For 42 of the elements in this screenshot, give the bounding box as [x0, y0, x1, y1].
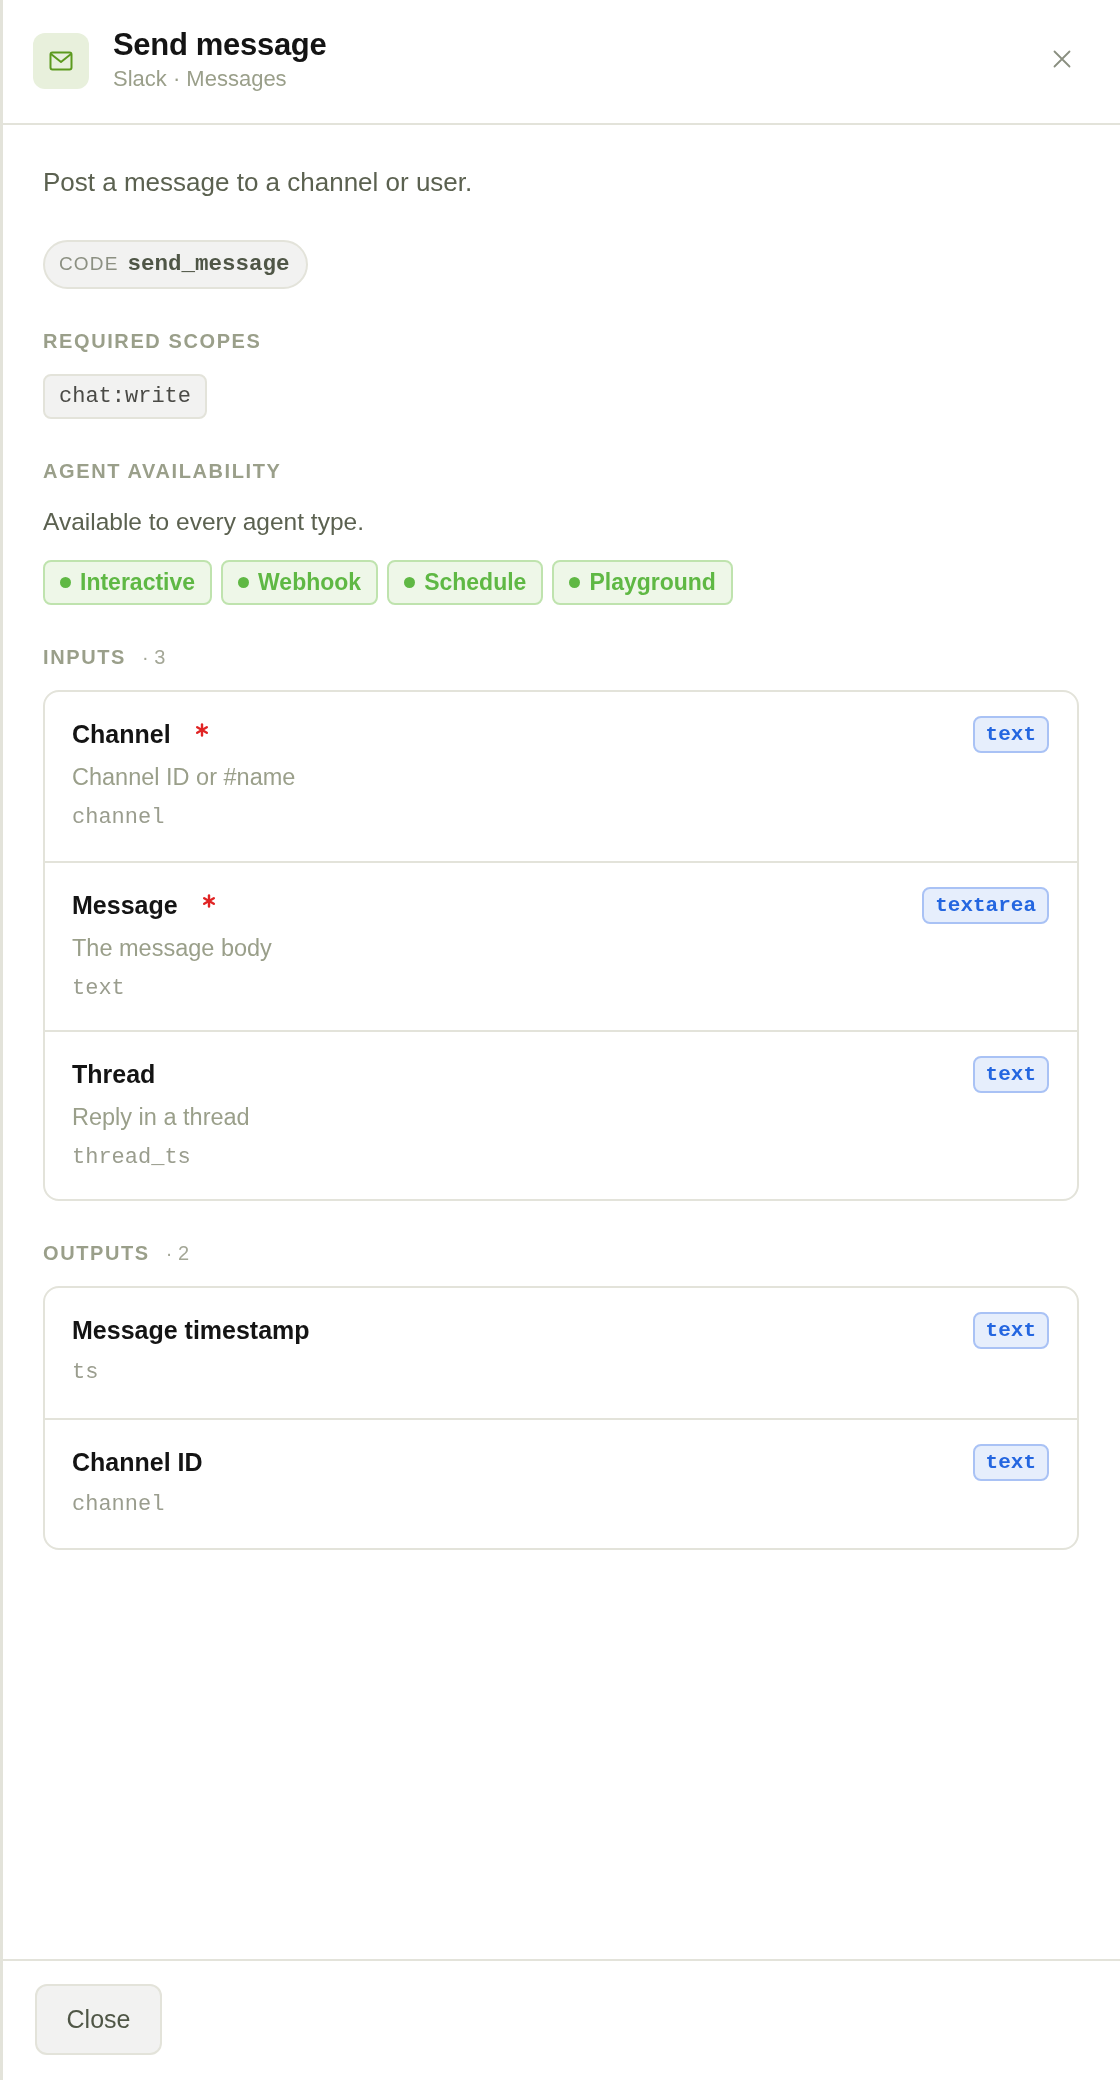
- status-dot-icon: [60, 577, 71, 588]
- availability-note: Available to every agent type.: [43, 507, 365, 537]
- section-count: · 2: [165, 1241, 190, 1265]
- agent-type-label: Interactive: [80, 568, 196, 598]
- status-dot-icon: [569, 577, 581, 588]
- field-label: Thread: [72, 1059, 156, 1089]
- section-heading: OUTPUTS: [43, 1241, 150, 1265]
- code-label: CODE: [59, 252, 119, 277]
- agent-type-label: Schedule: [424, 568, 527, 598]
- field-key: channel: [72, 1491, 973, 1519]
- scope-tag: chat:write: [43, 374, 208, 419]
- section-heading: REQUIRED SCOPES: [43, 329, 263, 353]
- type-tag: text: [972, 716, 1049, 753]
- close-icon: [1053, 50, 1071, 68]
- field-key: thread_ts: [72, 1144, 973, 1172]
- agent-type-label: Webhook: [258, 568, 362, 598]
- field-key: text: [72, 975, 923, 1003]
- section-count: · 3: [141, 645, 166, 669]
- type-tag: text: [972, 1056, 1049, 1093]
- agent-type-label: Playground: [589, 568, 716, 598]
- close-button[interactable]: Close: [35, 1984, 162, 2055]
- description-text: Post a message to a channel or user.: [43, 166, 474, 199]
- field-description: The message body: [72, 934, 273, 963]
- field-description: Reply in a thread: [72, 1103, 251, 1132]
- type-tag: textarea: [922, 887, 1049, 924]
- field-label: Channel: [72, 719, 171, 749]
- field-label: Message: [72, 890, 178, 920]
- status-dot-icon: [404, 577, 416, 588]
- type-tag: text: [972, 1312, 1049, 1349]
- code-value: send_message: [127, 249, 290, 279]
- field-key: channel: [72, 804, 973, 832]
- status-dot-icon: [238, 577, 250, 588]
- envelope-icon: [33, 33, 89, 89]
- field-description: Channel ID or #name: [72, 763, 297, 792]
- section-heading: INPUTS: [43, 645, 126, 669]
- panel-subtitle: Slack · Messages: [113, 65, 288, 93]
- field-label: Message timestamp: [72, 1315, 310, 1345]
- field-key: ts: [72, 1359, 973, 1387]
- panel-title: Send message: [113, 28, 327, 62]
- field-label: Channel ID: [72, 1447, 203, 1477]
- type-tag: text: [972, 1444, 1049, 1481]
- section-heading: AGENT AVAILABILITY: [43, 459, 283, 483]
